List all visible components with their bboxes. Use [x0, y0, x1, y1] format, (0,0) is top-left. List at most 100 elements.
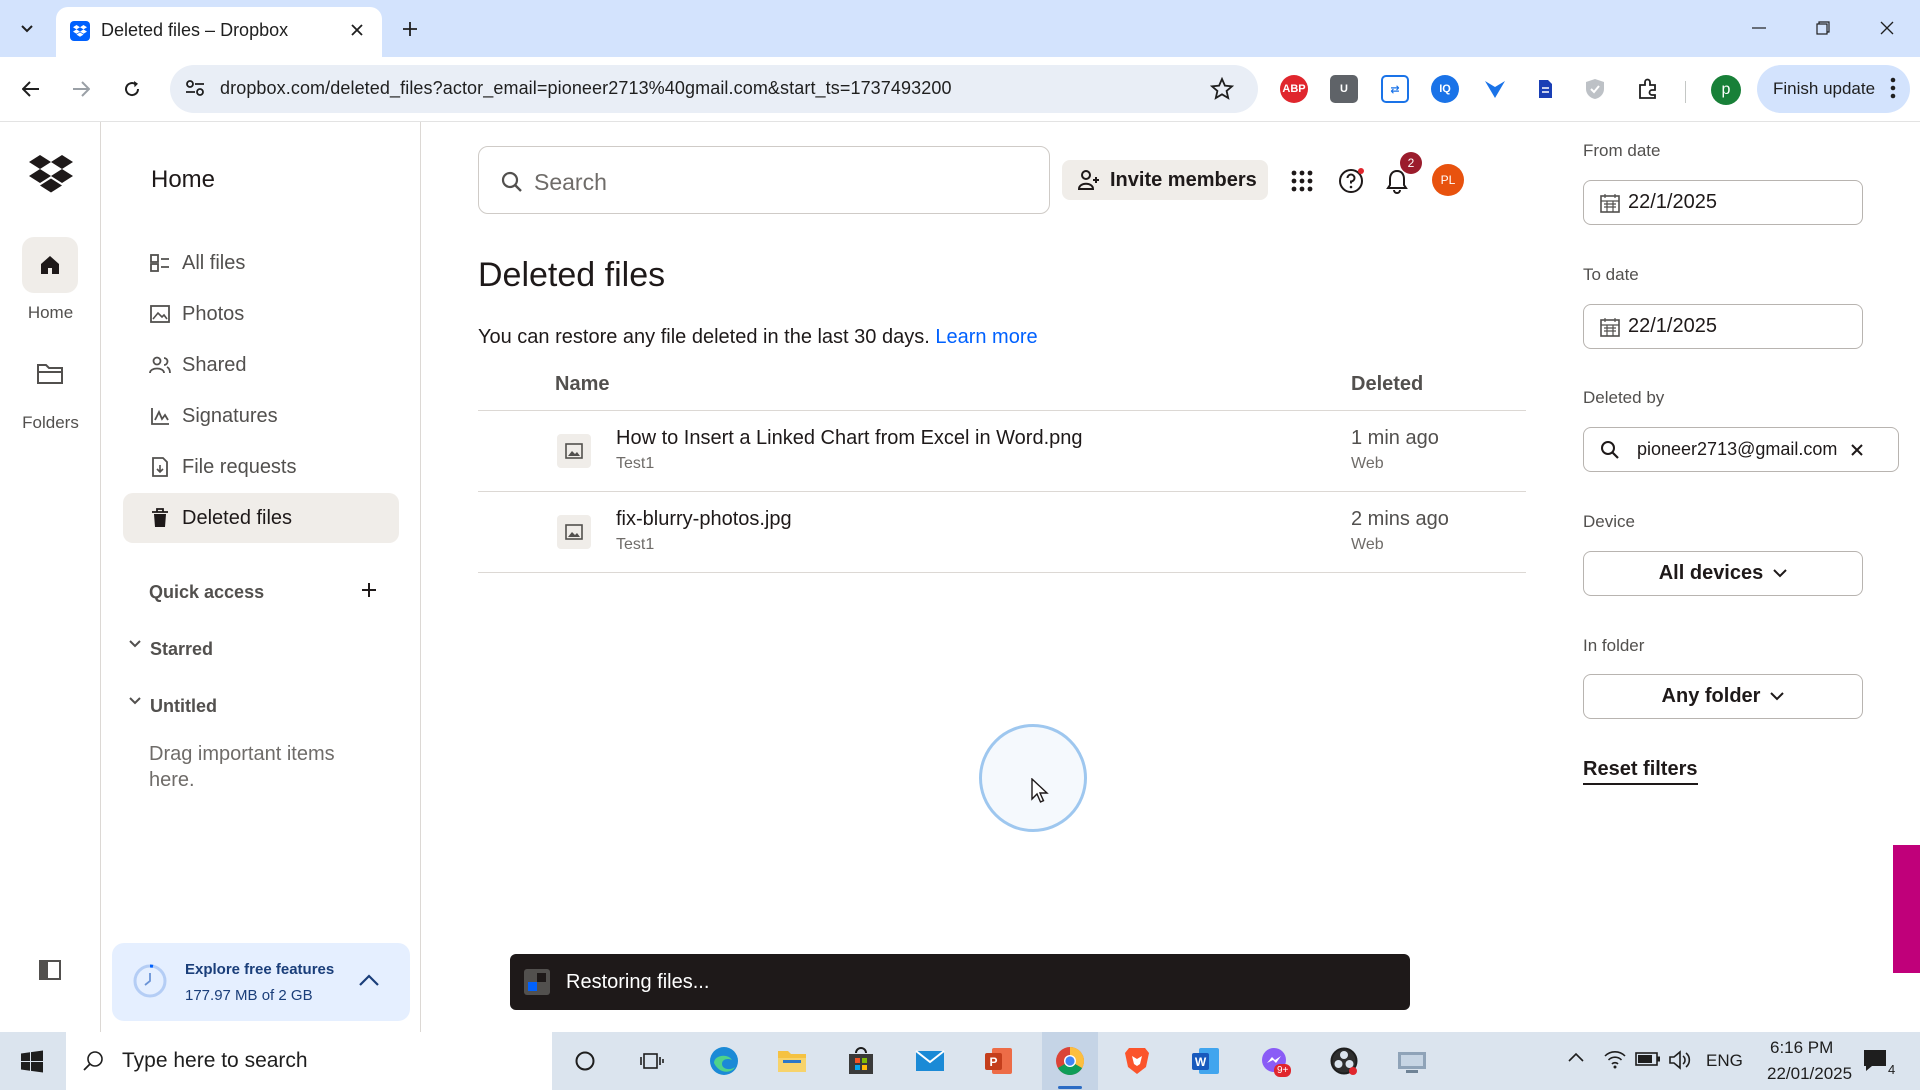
back-button[interactable] [13, 71, 49, 107]
sidebar-item-deleted-files[interactable]: Deleted files [123, 493, 399, 543]
shield-extension-icon[interactable] [1581, 75, 1609, 103]
restore-button[interactable] [1803, 10, 1843, 46]
help-icon[interactable] [1336, 166, 1366, 196]
tray-overflow-chevron-icon[interactable] [1568, 1052, 1584, 1062]
table-row[interactable]: fix-blurry-photos.jpg Test1 2 mins ago W… [478, 492, 1526, 572]
folder-dropdown[interactable]: Any folder [1583, 674, 1863, 719]
tab-list-button[interactable] [12, 14, 42, 44]
address-bar[interactable]: dropbox.com/deleted_files?actor_email=pi… [170, 65, 1258, 113]
more-vert-icon [1890, 77, 1896, 99]
sidebar-toggle-icon[interactable] [38, 959, 62, 981]
windows-start-icon[interactable] [20, 1050, 44, 1074]
reload-icon [125, 81, 140, 97]
task-view-icon[interactable] [632, 1042, 672, 1080]
invite-members-button[interactable]: Invite members [1062, 160, 1268, 200]
file-folder: Test1 [616, 536, 655, 553]
folder-icon[interactable] [36, 362, 64, 386]
in-folder-label: In folder [1583, 636, 1645, 655]
chevron-down-icon[interactable] [129, 697, 141, 705]
file-explorer-icon[interactable] [772, 1042, 812, 1080]
arrow-extension-icon[interactable] [1481, 75, 1509, 103]
reload-button[interactable] [114, 71, 150, 107]
taskbar-search-placeholder: Type here to search [122, 1049, 308, 1072]
deleted-by-input[interactable]: pioneer2713@gmail.com [1583, 427, 1899, 472]
word-icon[interactable]: W [1186, 1042, 1226, 1080]
sidebar-item-shared[interactable]: Shared [123, 340, 399, 390]
chrome-icon[interactable] [1050, 1042, 1090, 1080]
restoring-toast: Restoring files... [510, 954, 1410, 1010]
file-name[interactable]: How to Insert a Linked Chart from Excel … [616, 427, 1083, 450]
language-indicator[interactable]: ENG [1706, 1051, 1743, 1071]
column-header-name[interactable]: Name [555, 373, 609, 396]
sidebar-item-all-files[interactable]: All files [123, 238, 399, 288]
explore-features-card[interactable]: Explore free features 177.97 MB of 2 GB [112, 943, 410, 1021]
reset-filters-button[interactable]: Reset filters [1583, 758, 1698, 785]
rail-home-button[interactable] [22, 237, 78, 293]
sidebar-item-signatures[interactable]: Signatures [123, 391, 399, 441]
clear-chip-icon[interactable] [1851, 443, 1864, 456]
volume-icon[interactable] [1668, 1049, 1692, 1071]
chevron-up-icon[interactable] [358, 973, 380, 987]
storage-usage: 177.97 MB of 2 GB [185, 987, 313, 1004]
wifi-icon[interactable] [1604, 1048, 1626, 1070]
adblock-icon[interactable]: ABP [1280, 75, 1308, 103]
doc-extension-icon[interactable] [1531, 75, 1559, 103]
brave-browser-icon[interactable] [1117, 1042, 1157, 1080]
add-quick-access-icon[interactable] [361, 582, 377, 598]
untitled-section[interactable]: Untitled [150, 696, 217, 717]
mouse-cursor-icon [1031, 778, 1049, 804]
clock-time[interactable]: 6:16 PM [1770, 1038, 1833, 1058]
sidebar-item-label: All files [182, 251, 246, 274]
table-row[interactable]: How to Insert a Linked Chart from Excel … [478, 411, 1526, 491]
app-grid-icon[interactable] [1287, 166, 1317, 196]
new-tab-button[interactable] [395, 14, 425, 44]
taskbar-search-box[interactable]: Type here to search [66, 1032, 552, 1090]
puzzle-extensions-icon[interactable] [1634, 75, 1662, 103]
rail-folders-label[interactable]: Folders [0, 413, 101, 433]
minimize-icon [1752, 27, 1766, 29]
column-header-deleted[interactable]: Deleted [1351, 373, 1423, 396]
tab-close-icon[interactable] [346, 19, 368, 41]
dropbox-logo-icon[interactable] [29, 155, 73, 193]
subtitle-text: You can restore any file deleted in the … [478, 326, 930, 348]
shared-icon [149, 354, 171, 376]
search-icon [83, 1051, 103, 1071]
from-date-input[interactable]: 22/1/2025 [1583, 180, 1863, 225]
learn-more-link[interactable]: Learn more [935, 326, 1037, 348]
starred-section[interactable]: Starred [150, 639, 213, 660]
file-name[interactable]: fix-blurry-photos.jpg [616, 508, 792, 531]
bookmark-star-icon[interactable] [1210, 77, 1234, 101]
forward-button[interactable] [63, 71, 99, 107]
powerpoint-icon[interactable]: P [979, 1042, 1019, 1080]
page-subtitle: You can restore any file deleted in the … [478, 326, 1038, 349]
sidebar-item-photos[interactable]: Photos [123, 289, 399, 339]
close-window-button[interactable] [1867, 10, 1907, 46]
deleted-source: Web [1351, 536, 1384, 553]
profile-avatar[interactable]: p [1711, 75, 1741, 105]
site-info-icon[interactable] [184, 78, 208, 100]
iq-extension-icon[interactable]: IQ [1431, 75, 1459, 103]
microsoft-store-icon[interactable] [841, 1042, 881, 1080]
sidebar-item-file-requests[interactable]: File requests [123, 442, 399, 492]
edge-browser-icon[interactable] [704, 1042, 744, 1080]
chevron-down-icon [1773, 569, 1787, 578]
minimize-button[interactable] [1739, 10, 1779, 46]
chevron-down-icon[interactable] [129, 640, 141, 648]
browser-tab[interactable]: Deleted files – Dropbox [56, 7, 382, 57]
search-icon [501, 171, 523, 193]
mail-icon[interactable] [910, 1042, 950, 1080]
u-extension-icon[interactable]: U [1330, 75, 1358, 103]
cortana-icon[interactable] [565, 1042, 605, 1080]
sync-extension-icon[interactable]: ⇄ [1381, 75, 1409, 103]
obs-recorder-icon[interactable] [1324, 1042, 1364, 1080]
finish-update-button[interactable]: Finish update [1757, 65, 1910, 113]
search-input[interactable]: Search [478, 146, 1050, 214]
clock-date[interactable]: 22/01/2025 [1767, 1064, 1852, 1084]
action-center-icon[interactable] [1862, 1048, 1888, 1072]
row-divider [478, 572, 1526, 573]
account-avatar[interactable]: PL [1432, 164, 1464, 196]
network-app-icon[interactable] [1392, 1042, 1432, 1080]
battery-icon[interactable] [1635, 1050, 1661, 1068]
to-date-input[interactable]: 22/1/2025 [1583, 304, 1863, 349]
device-dropdown[interactable]: All devices [1583, 551, 1863, 596]
